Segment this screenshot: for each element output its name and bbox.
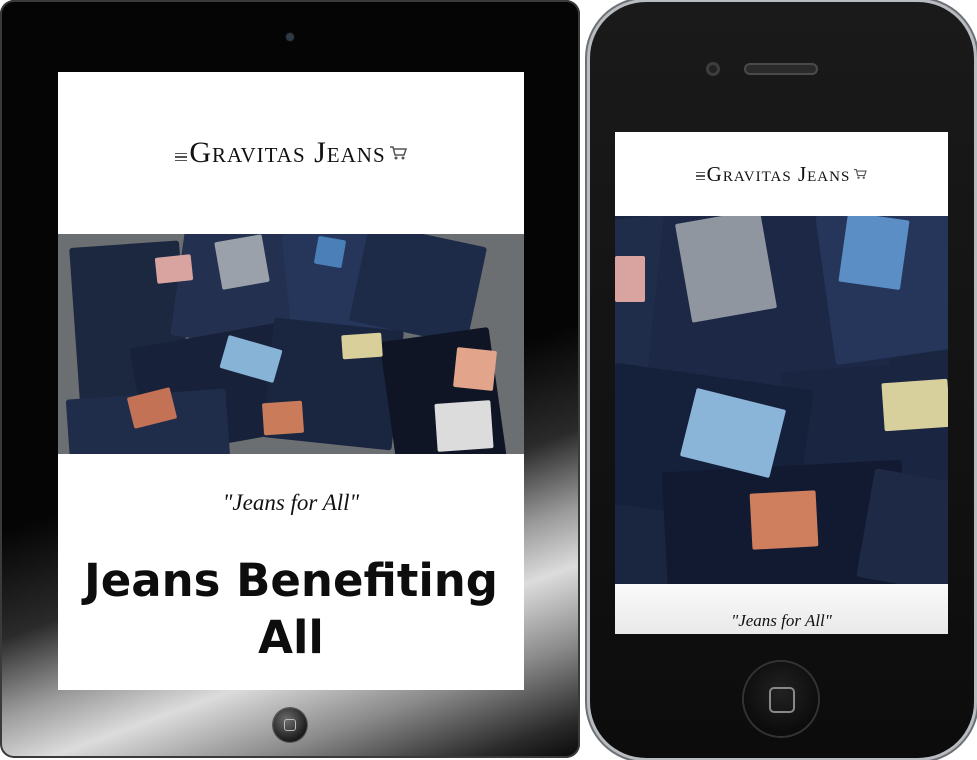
tablet-screen: Gravitas Jeans "Jeans for All" Jeans Ben… xyxy=(58,72,524,690)
phone-home-button[interactable] xyxy=(744,662,818,736)
hero-image-jeans xyxy=(58,234,524,454)
tablet-camera xyxy=(286,33,294,41)
headline-line-2: All xyxy=(258,611,324,664)
site-header: Gravitas Jeans xyxy=(58,72,524,234)
phone-screen: Gravitas Jeans "Jeans for All" xyxy=(615,132,948,634)
tagline: "Jeans for All" xyxy=(731,611,832,630)
site-header: Gravitas Jeans xyxy=(615,132,948,216)
phone-device: Gravitas Jeans "Jeans for All" xyxy=(590,2,974,758)
phone-camera xyxy=(706,62,720,76)
tablet-device: Gravitas Jeans "Jeans for All" Jeans Ben… xyxy=(0,0,580,758)
hamburger-menu-icon[interactable] xyxy=(695,170,705,183)
hero-image-jeans xyxy=(615,216,948,584)
headline: Jeans Benefiting All xyxy=(58,552,524,666)
headline-line-1: Jeans Benefiting xyxy=(83,554,499,607)
shopping-cart-icon[interactable] xyxy=(389,145,407,166)
shopping-cart-icon[interactable] xyxy=(853,167,868,185)
tablet-home-button[interactable] xyxy=(273,708,307,742)
tagline-section: "Jeans for All" xyxy=(615,584,948,634)
hamburger-menu-icon[interactable] xyxy=(175,151,188,164)
brand-logo[interactable]: Gravitas Jeans xyxy=(189,136,385,170)
brand-logo[interactable]: Gravitas Jeans xyxy=(707,162,851,187)
phone-speaker xyxy=(744,63,818,75)
tagline: "Jeans for All" xyxy=(222,490,360,515)
